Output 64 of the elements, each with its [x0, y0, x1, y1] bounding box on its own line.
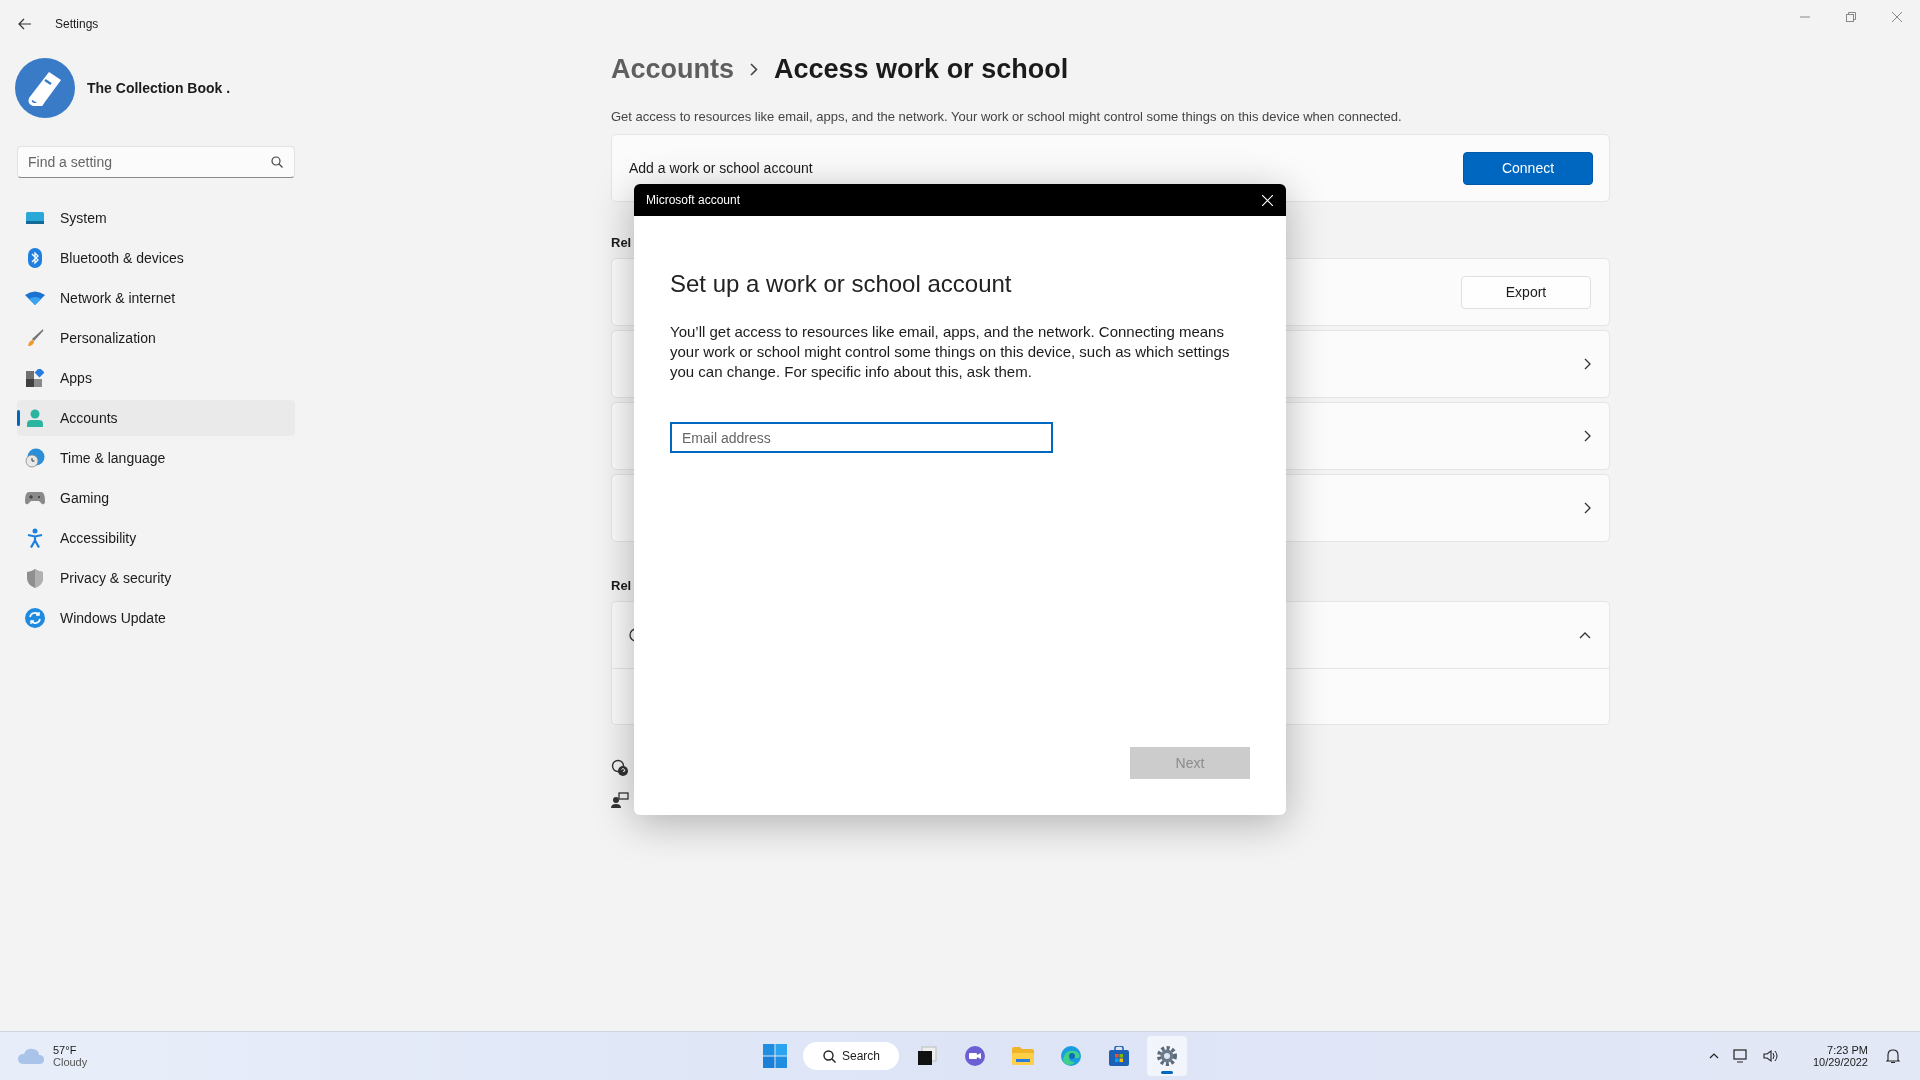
- search-icon: [823, 1049, 836, 1063]
- page-description: Get access to resources like email, apps, and the network. Your work or school might control some things on this device when connected.: [611, 109, 1403, 124]
- nav-item[interactable]: Accounts: [17, 400, 295, 436]
- back-arrow-icon[interactable]: [18, 18, 32, 30]
- video-chat-icon: [964, 1045, 986, 1067]
- dialog-heading: Set up a work or school account: [670, 270, 1013, 298]
- profile-name: The Collection Book .: [87, 80, 231, 96]
- nav-item[interactable]: Windows Update: [17, 600, 295, 636]
- windows-start-icon[interactable]: [763, 1044, 787, 1068]
- feedback-icon[interactable]: [611, 792, 629, 808]
- nav-item[interactable]: Personalization: [17, 320, 295, 356]
- help-icon[interactable]: [611, 759, 629, 777]
- search-icon: [271, 156, 283, 168]
- nav-item[interactable]: System: [17, 200, 295, 236]
- store-icon: [1109, 1046, 1129, 1066]
- chevron-right-icon: [750, 63, 759, 76]
- dialog-text: You’ll get access to resources like email, apps, and the network. Connecting means your work or school might control some things on this device, such as which settings you can change. For specific info about this, ask them.: [670, 322, 1231, 382]
- network-icon[interactable]: [1732, 1049, 1749, 1063]
- task-view-icon: [917, 1046, 937, 1066]
- apps-icon: [26, 369, 44, 387]
- nav-item[interactable]: Network & internet: [17, 280, 295, 316]
- connect-button[interactable]: Connect: [1463, 151, 1593, 185]
- monitor-icon: [25, 210, 45, 226]
- nav-item[interactable]: Accessibility: [17, 520, 295, 556]
- gamepad-icon: [25, 491, 45, 505]
- cloud-icon: [18, 1048, 44, 1064]
- notification-bell-icon[interactable]: [1886, 1048, 1900, 1064]
- nav-item[interactable]: Gaming: [17, 480, 295, 516]
- nav-item[interactable]: Time & language: [17, 440, 295, 476]
- gear-icon: [1156, 1045, 1178, 1067]
- chevron-right-icon: [1584, 430, 1591, 442]
- taskbar-search[interactable]: Search: [803, 1042, 899, 1070]
- breadcrumb-link[interactable]: Accounts: [611, 54, 735, 85]
- person-icon: [27, 409, 43, 427]
- window-title: Settings: [55, 17, 99, 31]
- email-field[interactable]: Email address: [670, 422, 1053, 453]
- weather-condition: Cloudy: [53, 1056, 88, 1068]
- sync-icon: [25, 608, 45, 628]
- browser-icon: [1060, 1045, 1082, 1067]
- search-field[interactable]: Find a setting: [17, 146, 295, 178]
- section-heading: Rel: [611, 235, 633, 250]
- dialog-title: Microsoft account: [646, 193, 741, 207]
- folder-icon: [1012, 1047, 1034, 1065]
- section-heading: Rel: [611, 578, 633, 593]
- weather-temperature: 57°F: [53, 1044, 78, 1056]
- shield-icon: [27, 568, 43, 588]
- paintbrush-icon: [26, 329, 44, 347]
- clock-time[interactable]: 7:23 PM: [1827, 1044, 1868, 1056]
- globe-clock-icon: [25, 448, 45, 468]
- accessibility-icon: [27, 528, 43, 548]
- restore-icon[interactable]: [1846, 12, 1856, 22]
- nav-item[interactable]: Bluetooth & devices: [17, 240, 295, 276]
- bluetooth-icon: [28, 248, 42, 268]
- clock-date[interactable]: 10/29/2022: [1812, 1056, 1868, 1068]
- page-title: Access work or school: [774, 54, 1069, 85]
- nav-item[interactable]: Apps: [17, 360, 295, 396]
- chevron-right-icon: [1584, 502, 1591, 514]
- chevron-up-icon[interactable]: [1708, 1053, 1719, 1059]
- chevron-right-icon: [1584, 358, 1591, 370]
- export-button[interactable]: Export: [1461, 275, 1591, 309]
- volume-icon[interactable]: [1762, 1049, 1779, 1063]
- nav-item[interactable]: Privacy & security: [17, 560, 295, 596]
- card-label: Add a work or school account: [629, 160, 813, 176]
- wifi-icon: [25, 291, 45, 305]
